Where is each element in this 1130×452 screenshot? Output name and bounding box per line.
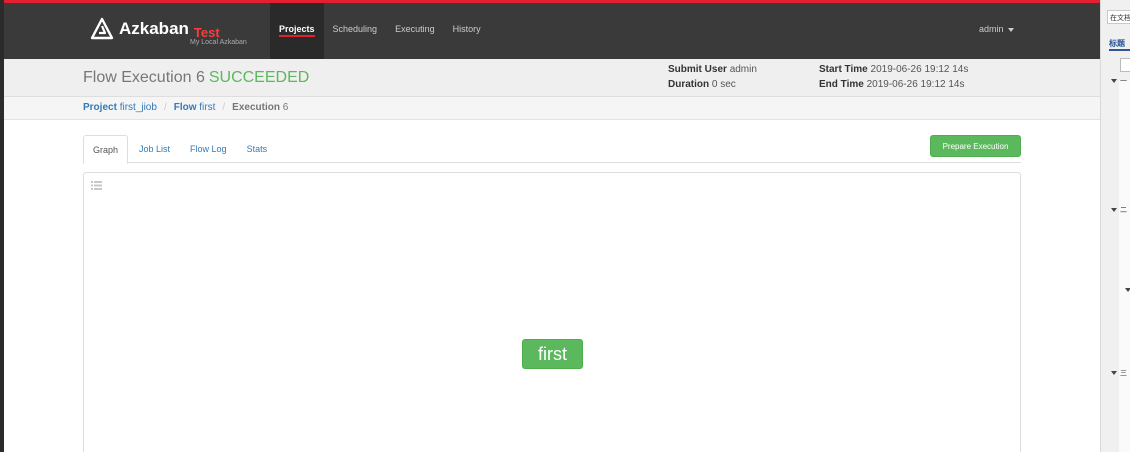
breadcrumb-project-label: Project: [83, 102, 117, 113]
end-time-value: 2019-06-26 19:12 14s: [866, 79, 965, 90]
caret-down-icon: [1007, 27, 1014, 32]
graph-panel: first: [83, 172, 1021, 452]
side-item-label: 一: [1120, 78, 1127, 85]
start-time-label: Start Time: [819, 64, 868, 75]
tab-job-list[interactable]: Job List: [130, 135, 179, 163]
brand-name: Azkaban: [119, 19, 189, 38]
nav-executing[interactable]: Executing: [386, 3, 444, 59]
side-content: [1119, 80, 1130, 452]
submit-user-info: Submit User admin: [668, 64, 757, 75]
side-item-label: 二: [1120, 207, 1127, 214]
tab-stats[interactable]: Stats: [238, 135, 277, 163]
breadcrumb-flow-label: Flow: [173, 102, 197, 113]
breadcrumb-separator: /: [222, 102, 226, 113]
nav-history[interactable]: History: [444, 3, 490, 59]
brand-subtitle: My Local Azkaban: [190, 39, 247, 46]
nav-history-label: History: [452, 24, 481, 34]
brand-env: Test: [193, 25, 220, 40]
breadcrumb-execution-label: Execution: [232, 102, 280, 113]
nav-executing-label: Executing: [395, 24, 435, 34]
status-badge: SUCCEEDED: [208, 69, 310, 86]
side-item-sub[interactable]: [1125, 287, 1130, 294]
nav-scheduling[interactable]: Scheduling: [324, 3, 387, 59]
nav-projects-label: Projects: [279, 24, 315, 37]
main-nav: Projects Scheduling Executing History: [270, 3, 490, 59]
breadcrumb-project-value: first_jiob: [119, 102, 157, 113]
duration-label: Duration: [668, 79, 710, 90]
expand-triangle-icon: [1111, 208, 1117, 213]
breadcrumb-flow[interactable]: Flow first: [174, 102, 216, 113]
expand-triangle-icon: [1111, 371, 1117, 376]
execution-tabs: Graph Job List Flow Log Stats: [83, 135, 1021, 164]
end-time-info: End Time 2019-06-26 19:12 14s: [819, 79, 964, 90]
side-search-input[interactable]: 在文档: [1107, 10, 1130, 24]
side-tab-headings[interactable]: 标题: [1109, 38, 1130, 51]
duration-info: Duration 0 sec: [668, 79, 736, 90]
side-box: [1120, 58, 1130, 72]
user-name: admin: [979, 24, 1004, 34]
expand-triangle-icon: [1125, 288, 1130, 293]
brand[interactable]: Azkaban Test My Local Azkaban: [90, 17, 247, 46]
breadcrumb-flow-value: first: [199, 102, 216, 113]
start-time-info: Start Time 2019-06-26 19:12 14s: [819, 64, 968, 75]
side-item-2[interactable]: 二: [1111, 205, 1127, 215]
breadcrumb-execution: Execution 6: [232, 102, 288, 113]
breadcrumb-separator: /: [163, 102, 167, 113]
breadcrumb-bar: Project first_jiob / Flow first / Execut…: [4, 97, 1100, 120]
nav-scheduling-label: Scheduling: [332, 24, 378, 34]
user-menu[interactable]: admin: [979, 24, 1014, 34]
tab-graph[interactable]: Graph: [83, 135, 129, 164]
azkaban-app: Azkaban Test My Local Azkaban Projects S…: [4, 0, 1100, 452]
submit-user-value: admin: [729, 64, 757, 75]
side-item-label: 三: [1120, 370, 1127, 377]
prepare-execution-button[interactable]: Prepare Execution: [930, 135, 1021, 157]
breadcrumb: Project first_jiob / Flow first / Execut…: [83, 102, 288, 113]
duration-value: 0 sec: [711, 79, 736, 90]
flow-title-text: Flow Execution 6: [83, 69, 205, 86]
side-item-1[interactable]: 一: [1111, 76, 1127, 86]
tab-flow-log[interactable]: Flow Log: [181, 135, 236, 163]
start-time-value: 2019-06-26 19:12 14s: [870, 64, 969, 75]
submit-user-label: Submit User: [668, 64, 727, 75]
side-item-3[interactable]: 三: [1111, 368, 1127, 378]
expand-triangle-icon: [1111, 79, 1117, 84]
graph-node-first[interactable]: first: [522, 339, 583, 369]
end-time-label: End Time: [819, 79, 864, 90]
azkaban-logo-icon: [90, 17, 114, 40]
nav-projects[interactable]: Projects: [270, 3, 324, 59]
top-navbar: Azkaban Test My Local Azkaban Projects S…: [4, 0, 1100, 59]
side-navigation-pane: 在文档 标题 一 二 三: [1100, 0, 1130, 452]
breadcrumb-project[interactable]: Project first_jiob: [83, 102, 157, 113]
breadcrumb-execution-value: 6: [282, 102, 289, 113]
page-title: Flow Execution 6 SUCCEEDED: [83, 69, 309, 87]
flow-header: Flow Execution 6 SUCCEEDED Submit User ad…: [4, 59, 1100, 97]
list-icon[interactable]: [91, 181, 102, 190]
